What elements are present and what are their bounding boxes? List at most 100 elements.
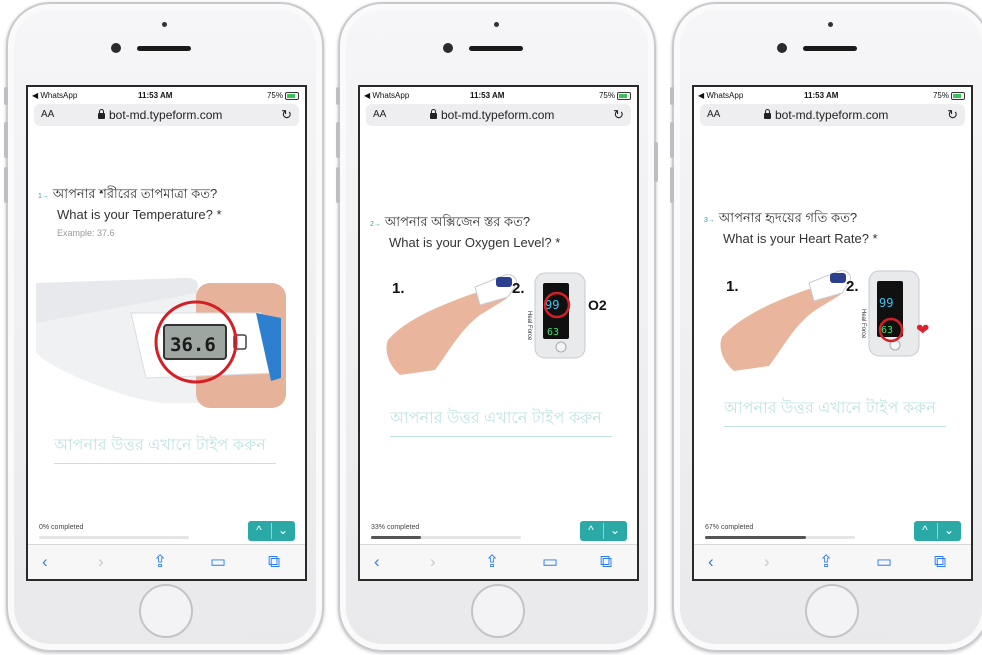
reload-icon[interactable]: ↻	[613, 107, 624, 123]
pulse-reading: 63	[881, 325, 893, 336]
question: 3→ আপনার হৃদয়ের গতি কত? What is your Hea…	[704, 209, 878, 248]
address-bar[interactable]: AA bot-md.typeform.com ↻	[366, 104, 631, 126]
battery-percent: 75%	[266, 91, 283, 100]
answer-input[interactable]: আপনার উত্তর এখানে টাইপ করুন	[54, 432, 276, 464]
url-text[interactable]: bot-md.typeform.com	[98, 108, 222, 122]
phone-1: ◀ WhatsApp 11:53 AM 75% AA bot-md.typefo…	[4, 2, 324, 652]
share-icon[interactable]: ⇪	[485, 552, 499, 572]
previous-question-button[interactable]: ^	[248, 523, 270, 537]
tabs-icon[interactable]: ⧉	[600, 552, 612, 572]
front-camera	[443, 43, 453, 53]
url-text[interactable]: bot-md.typeform.com	[764, 108, 888, 122]
lock-icon	[98, 109, 105, 119]
lock-icon	[430, 109, 437, 119]
progress-bar	[39, 536, 189, 539]
back-to-app[interactable]: ◀ WhatsApp	[364, 91, 409, 100]
previous-question-button[interactable]: ^	[914, 523, 936, 537]
screen: ◀ WhatsApp 11:53 AM 75% AA bot-md.typefo…	[692, 85, 973, 581]
next-question-button[interactable]: ⌄	[938, 523, 960, 537]
progress-text: 33% completed	[371, 524, 420, 531]
question-bangla: আপনার শরীরের তাপমাত্রা কত?	[52, 186, 218, 201]
safari-toolbar: ‹ › ⇪ ▭ ⧉	[694, 544, 971, 579]
battery-icon	[951, 91, 965, 100]
url-label: bot-md.typeform.com	[109, 108, 223, 122]
reader-options-button[interactable]: AA	[373, 109, 386, 120]
reload-icon[interactable]: ↻	[947, 107, 958, 123]
back-icon[interactable]: ‹	[42, 552, 48, 572]
progress-bar	[705, 536, 855, 539]
share-icon[interactable]: ⇪	[819, 552, 833, 572]
volume-down-button	[4, 167, 8, 203]
home-button[interactable]	[471, 584, 525, 638]
url-text[interactable]: bot-md.typeform.com	[430, 108, 554, 122]
address-bar[interactable]: AA bot-md.typeform.com ↻	[700, 104, 965, 126]
progress-bar	[371, 536, 521, 539]
status-bar: ◀ WhatsApp 11:53 AM 75%	[694, 87, 971, 102]
question-bangla: আপনার হৃদয়ের গতি কত?	[718, 210, 858, 225]
home-button[interactable]	[805, 584, 859, 638]
tabs-icon[interactable]: ⧉	[268, 552, 280, 572]
next-question-button[interactable]: ⌄	[604, 523, 626, 537]
screen: ◀ WhatsApp 11:53 AM 75% AA bot-md.typefo…	[358, 85, 639, 581]
forward-icon[interactable]: ›	[430, 552, 436, 572]
tabs-icon[interactable]: ⧉	[934, 552, 946, 572]
status-bar: ◀ WhatsApp 11:53 AM 75%	[360, 87, 637, 102]
oxygen-label: O2	[588, 297, 607, 313]
earpiece-speaker	[469, 46, 523, 51]
clock: 11:53 AM	[804, 91, 839, 100]
reader-options-button[interactable]: AA	[41, 109, 54, 120]
phone-2: ◀ WhatsApp 11:53 AM 75% AA bot-md.typefo…	[336, 2, 658, 652]
progress-text: 0% completed	[39, 524, 84, 531]
previous-question-button[interactable]: ^	[580, 523, 602, 537]
front-camera	[777, 43, 787, 53]
phone-3: ◀ WhatsApp 11:53 AM 75% AA bot-md.typefo…	[670, 2, 982, 652]
progress-text: 67% completed	[705, 524, 754, 531]
device-brand: Heal Force	[526, 311, 532, 341]
back-icon[interactable]: ‹	[374, 552, 380, 572]
mute-switch	[670, 87, 674, 105]
answer-input[interactable]: আপনার উত্তর এখানে টাইপ করুন	[724, 395, 946, 427]
battery-indicator: 75%	[933, 91, 965, 100]
reader-options-button[interactable]: AA	[707, 109, 720, 120]
back-icon[interactable]: ‹	[708, 552, 714, 572]
oxygen-reading: 99	[879, 296, 893, 310]
question-nav: ^ ⌄	[914, 521, 961, 541]
battery-percent: 75%	[932, 91, 949, 100]
mute-switch	[4, 87, 8, 105]
question-english: What is your Oxygen Level? *	[389, 235, 561, 250]
reload-icon[interactable]: ↻	[281, 107, 292, 123]
volume-up-button	[4, 122, 8, 158]
volume-up-button	[336, 122, 340, 158]
question: 2→ আপনার অক্সিজেন স্তর কত? What is your O…	[370, 213, 560, 252]
battery-percent: 75%	[598, 91, 615, 100]
home-button[interactable]	[139, 584, 193, 638]
battery-icon	[617, 91, 631, 100]
next-question-button[interactable]: ⌄	[272, 523, 294, 537]
bookmarks-icon[interactable]: ▭	[876, 552, 892, 572]
status-bar: ◀ WhatsApp 11:53 AM 75%	[28, 87, 305, 102]
back-to-app[interactable]: ◀ WhatsApp	[698, 91, 743, 100]
volume-up-button	[670, 122, 674, 158]
bookmarks-icon[interactable]: ▭	[210, 552, 226, 572]
answer-input[interactable]: আপনার উত্তর এখানে টাইপ করুন	[390, 405, 612, 437]
question-nav: ^ ⌄	[248, 521, 295, 541]
battery-indicator: 75%	[267, 91, 299, 100]
screen: ◀ WhatsApp 11:53 AM 75% AA bot-md.typefo…	[26, 85, 307, 581]
url-label: bot-md.typeform.com	[775, 108, 889, 122]
lock-icon	[764, 109, 771, 119]
question-number: 3→	[704, 217, 715, 224]
question: 1→ আপনার শরীরের তাপমাত্রা কত? What is you…	[38, 185, 222, 224]
forward-icon[interactable]: ›	[98, 552, 104, 572]
address-bar[interactable]: AA bot-md.typeform.com ↻	[34, 104, 299, 126]
volume-down-button	[670, 167, 674, 203]
heart-rate-monitor-image: 1. 2. 99 63 Heal Force ❤	[720, 270, 929, 371]
forward-icon[interactable]: ›	[764, 552, 770, 572]
proximity-sensor	[828, 22, 833, 27]
battery-icon	[285, 91, 299, 100]
earpiece-speaker	[803, 46, 857, 51]
bookmarks-icon[interactable]: ▭	[542, 552, 558, 572]
back-to-app[interactable]: ◀ WhatsApp	[32, 91, 77, 100]
step-2-label: 2.	[512, 280, 525, 297]
pulse-reading: 63	[547, 327, 559, 338]
share-icon[interactable]: ⇪	[153, 552, 167, 572]
